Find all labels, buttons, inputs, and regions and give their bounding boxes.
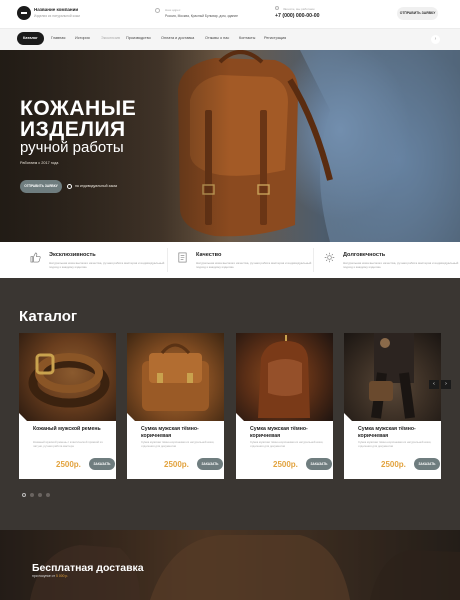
product-image[interactable]: [127, 333, 224, 421]
pager-dot[interactable]: [38, 493, 42, 497]
product-price: 2500р.: [273, 460, 298, 469]
feature-durability: Долговечность Натуральная кожа высокого …: [324, 250, 460, 272]
phone-number[interactable]: +7 (000) 000-00-00: [275, 13, 320, 19]
main-nav: Каталог Главная История Эксклюзив Произв…: [0, 28, 460, 50]
order-button[interactable]: ЗАКАЗАТЬ: [414, 458, 440, 470]
logo-icon[interactable]: [17, 6, 31, 20]
product-name[interactable]: Сумка мужская тёмно-коричневая: [141, 426, 219, 439]
product-name[interactable]: Сумка мужская тёмно-коричневая: [250, 426, 328, 439]
order-button[interactable]: ЗАКАЗАТЬ: [197, 458, 223, 470]
phone-label: Звоните, мы работаем: [283, 7, 315, 11]
hero-title-line2: изделия: [20, 118, 126, 141]
order-button[interactable]: ЗАКАЗАТЬ: [306, 458, 332, 470]
feature-text: Натуральная кожа высокого качества, ручн…: [49, 261, 165, 269]
callback-button[interactable]: ОТПРАВИТЬ ЗАЯВКУ: [397, 7, 438, 20]
divider: [167, 248, 168, 272]
product-price: 2500р.: [164, 460, 189, 469]
hero-title: Кожаные изделия: [20, 98, 180, 140]
feature-text: Натуральная кожа высокого качества, ручн…: [343, 261, 459, 269]
product-name[interactable]: Кожаный мужской ремень: [33, 426, 111, 433]
feature-quality: Качество Натуральная кожа высокого качес…: [177, 250, 317, 272]
pager-dot[interactable]: [22, 493, 26, 497]
product-card[interactable]: Кожаный мужской ремень Кожаный мужской р…: [19, 333, 116, 479]
nav-item-home[interactable]: Главная: [51, 36, 65, 40]
product-card[interactable]: Сумка мужская тёмно-коричневая Сумка муж…: [127, 333, 224, 479]
hero-order-button[interactable]: ОТПРАВИТЬ ЗАЯВКУ: [20, 180, 62, 193]
phone-icon: [275, 6, 279, 10]
address-label: Наш адрес: [165, 8, 181, 12]
product-price: 2500р.: [56, 460, 81, 469]
belt-illustration: [28, 353, 110, 408]
catalog-title: Каталог: [19, 308, 78, 325]
feature-title: Качество: [196, 252, 222, 258]
bag-illustration: [258, 335, 310, 418]
company-tagline: Изделия из натуральной кожи: [34, 14, 80, 18]
thumbs-up-icon: [30, 252, 41, 263]
product-image[interactable]: [236, 333, 333, 421]
pager-dot[interactable]: [46, 493, 50, 497]
gear-icon: [324, 252, 335, 263]
delivery-note-amount: 5 000 р.: [56, 574, 69, 578]
delivery-note-prefix: при покупке от: [32, 574, 56, 578]
product-card[interactable]: Сумка мужская тёмно-коричневая Сумка муж…: [236, 333, 333, 479]
nav-item-catalog[interactable]: Каталог: [17, 32, 44, 45]
delivery-banner: Бесплатная доставка при покупке от 5 000…: [0, 530, 460, 600]
arrow-left-icon[interactable]: ‹: [429, 380, 439, 389]
delivery-title: Бесплатная доставка: [32, 562, 144, 574]
nav-item-history[interactable]: История: [75, 36, 90, 40]
divider: [313, 248, 314, 272]
company-name: Название компании: [34, 7, 79, 12]
document-icon: [178, 252, 187, 263]
hero-subtitle: ручной работы: [20, 139, 124, 156]
arrow-right-icon[interactable]: ›: [441, 380, 451, 389]
pager-dot[interactable]: [30, 493, 34, 497]
product-image[interactable]: [19, 333, 116, 421]
feature-exclusive: Эксклюзивность Натуральная кожа высокого…: [30, 250, 170, 272]
hero-title-line1: Кожаные: [20, 97, 137, 120]
location-icon: [155, 8, 160, 13]
feature-title: Эксклюзивность: [49, 252, 96, 258]
catalog-section: Каталог Кожаный мужской ремень Кожаный м…: [0, 278, 460, 530]
delivery-note: при покупке от 5 000 р.: [32, 574, 68, 578]
address-value: Россия, Москва, Красный Бульвар, дом, зд…: [165, 13, 238, 18]
product-image[interactable]: [344, 333, 441, 421]
play-icon[interactable]: [67, 184, 72, 189]
features-strip: Эксклюзивность Натуральная кожа высокого…: [0, 242, 460, 278]
chevron-right-icon[interactable]: ›: [431, 35, 440, 44]
nav-item-payment-delivery[interactable]: Оплата и доставка: [161, 36, 194, 40]
product-description: Сумка мужская тёмно-коричневая из натура…: [358, 440, 432, 448]
product-card[interactable]: Сумка мужская тёмно-коричневая Сумка муж…: [344, 333, 441, 479]
nav-item-contacts[interactable]: Контакты: [239, 36, 255, 40]
order-button[interactable]: ЗАКАЗАТЬ: [89, 458, 115, 470]
nav-item-reviews[interactable]: Отзывы о нас: [205, 36, 229, 40]
nav-item-registration[interactable]: Регистрация: [264, 36, 286, 40]
product-description: Сумка мужская тёмно-коричневая из натура…: [141, 440, 215, 448]
satchel-illustration: [142, 343, 209, 411]
nav-item-production[interactable]: Производство: [126, 36, 151, 40]
feature-title: Долговечность: [343, 252, 386, 258]
hero-since-text: Работаем с 2017 года: [20, 161, 59, 165]
product-description: Кожаный мужской ремень с классической пр…: [33, 440, 103, 448]
nav-item-exclusive[interactable]: Эксклюзив: [101, 36, 120, 40]
top-header: Название компании Изделия из натуральной…: [0, 0, 460, 28]
lifestyle-illustration: [369, 333, 415, 419]
hero-banner: Кожаные изделия ручной работы Работаем с…: [0, 50, 460, 242]
feature-text: Натуральная кожа высокого качества, ручн…: [196, 261, 312, 269]
product-description: Сумка мужская тёмно-коричневая из натура…: [250, 440, 324, 448]
product-name[interactable]: Сумка мужская тёмно-коричневая: [358, 426, 436, 439]
product-price: 2500р.: [381, 460, 406, 469]
hero-note: на индивидуальный заказ: [75, 184, 118, 188]
